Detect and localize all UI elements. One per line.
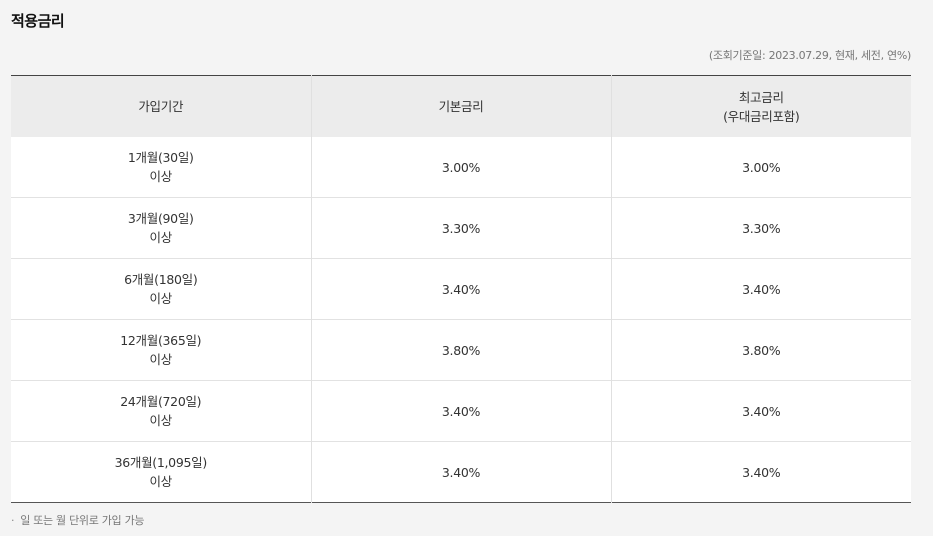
bullet-icon: · (11, 514, 15, 527)
rate-table: 가입기간 기본금리 최고금리 (우대금리포함) 1개월(30일) 이상 3.00… (11, 75, 911, 503)
period-suffix: 이상 (149, 230, 173, 245)
period-cell: 6개월(180일) 이상 (11, 258, 311, 320)
header-max-rate-label: 최고금리 (738, 89, 784, 105)
base-rate-cell: 3.80% (310, 319, 611, 381)
base-rate-cell: 3.00% (310, 137, 611, 198)
period-suffix: 이상 (149, 352, 173, 367)
footnote: · 일 또는 월 단위로 가입 가능 (11, 512, 145, 528)
period-suffix: 이상 (149, 291, 173, 306)
base-rate-cell: 3.30% (310, 197, 611, 259)
table-row: 24개월(720일) 이상 3.40% 3.40% (11, 380, 911, 442)
period-cell: 1개월(30일) 이상 (11, 137, 311, 198)
header-period: 가입기간 (11, 75, 311, 137)
period-suffix: 이상 (149, 474, 173, 489)
header-max-rate: 최고금리 (우대금리포함) (610, 75, 911, 137)
base-rate-cell: 3.40% (310, 258, 611, 320)
header-period-label: 가입기간 (138, 99, 184, 114)
base-rate-cell: 3.40% (310, 441, 611, 503)
max-rate-cell: 3.30% (610, 197, 911, 259)
max-rate-cell: 3.00% (610, 137, 911, 198)
base-rate-cell: 3.40% (310, 380, 611, 442)
table-row: 3개월(90일) 이상 3.30% 3.30% (11, 197, 911, 259)
period-cell: 3개월(90일) 이상 (11, 197, 311, 259)
query-date-info: (조회기준일: 2023.07.29, 현재, 세전, 연%) (708, 49, 911, 62)
header-base-rate-label: 기본금리 (438, 99, 484, 114)
period-cell: 12개월(365일) 이상 (11, 319, 311, 381)
header-max-rate-sublabel: (우대금리포함) (723, 108, 800, 124)
period-label: 24개월(720일) (120, 394, 202, 409)
period-suffix: 이상 (149, 413, 173, 428)
table-row: 12개월(365일) 이상 3.80% 3.80% (11, 319, 911, 381)
section-title: 적용금리 (11, 12, 65, 30)
period-label: 1개월(30일) (127, 150, 194, 165)
table-row: 36개월(1,095일) 이상 3.40% 3.40% (11, 441, 911, 503)
period-label: 6개월(180일) (124, 272, 198, 287)
period-label: 36개월(1,095일) (114, 455, 208, 470)
footnote-text: 일 또는 월 단위로 가입 가능 (20, 514, 145, 527)
period-label: 3개월(90일) (127, 211, 194, 226)
period-cell: 24개월(720일) 이상 (11, 380, 311, 442)
period-cell: 36개월(1,095일) 이상 (11, 441, 311, 503)
max-rate-cell: 3.80% (610, 319, 911, 381)
table-row: 1개월(30일) 이상 3.00% 3.00% (11, 137, 911, 198)
period-label: 12개월(365일) (120, 333, 202, 348)
max-rate-cell: 3.40% (610, 380, 911, 442)
table-row: 6개월(180일) 이상 3.40% 3.40% (11, 258, 911, 320)
table-header-row: 가입기간 기본금리 최고금리 (우대금리포함) (11, 75, 911, 137)
max-rate-cell: 3.40% (610, 258, 911, 320)
period-suffix: 이상 (149, 169, 173, 184)
header-base-rate: 기본금리 (310, 75, 611, 137)
max-rate-cell: 3.40% (610, 441, 911, 503)
